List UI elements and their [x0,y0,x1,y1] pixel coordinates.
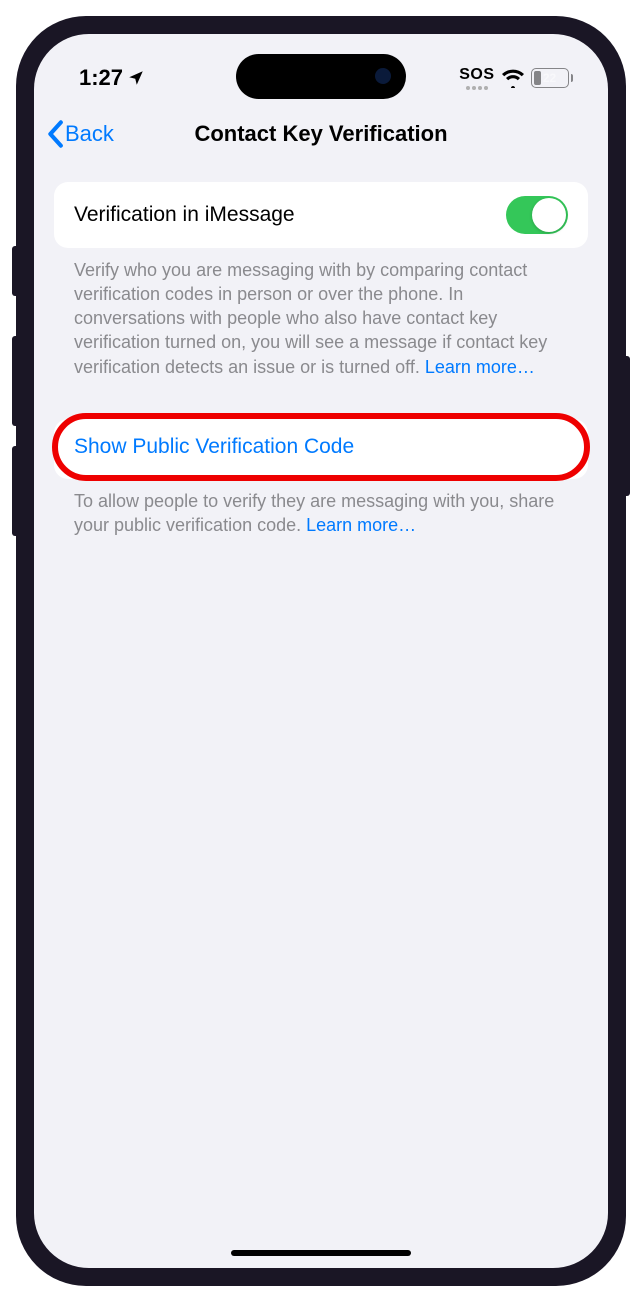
show-code-footer: To allow people to verify they are messa… [54,479,588,538]
page-title: Contact Key Verification [194,121,447,147]
sos-dots [466,86,488,90]
battery-percent: 22 [543,71,556,85]
navigation-bar: Back Contact Key Verification [34,104,608,164]
content: Verification in iMessage Verify who you … [34,164,608,538]
status-time: 1:27 [79,65,123,91]
verification-toggle-label: Verification in iMessage [74,203,295,227]
side-button [12,246,18,296]
side-button [12,446,18,536]
verification-toggle-cell[interactable]: Verification in iMessage [54,182,588,248]
show-code-label: Show Public Verification Code [74,435,354,458]
back-label: Back [65,121,114,147]
camera-icon [375,68,391,84]
sos-indicator: SOS [459,66,494,90]
side-button [624,356,630,496]
show-code-group: Show Public Verification Code [54,419,588,479]
sos-text: SOS [459,66,494,84]
phone-frame: 1:27 SOS 22 [16,16,626,1286]
home-indicator[interactable] [231,1250,411,1256]
show-code-button[interactable]: Show Public Verification Code [54,419,588,479]
battery-icon: 22 [531,68,574,88]
location-icon [127,69,145,87]
learn-more-link-2[interactable]: Learn more… [306,515,416,535]
status-left: 1:27 [79,65,145,91]
verification-footer: Verify who you are messaging with by com… [54,248,588,379]
status-right: SOS 22 [459,66,573,90]
chevron-left-icon [46,120,64,148]
learn-more-link[interactable]: Learn more… [425,357,535,377]
side-button [12,336,18,426]
back-button[interactable]: Back [46,120,114,148]
dynamic-island [236,54,406,99]
wifi-icon [501,68,525,88]
screen: 1:27 SOS 22 [34,34,608,1268]
verification-toggle-group: Verification in iMessage [54,182,588,248]
verification-toggle[interactable] [506,196,568,234]
toggle-knob [532,198,566,232]
